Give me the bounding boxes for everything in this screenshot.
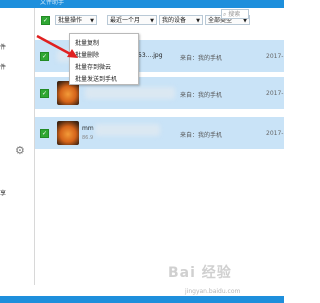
select-all-checkbox[interactable]: ✓ (41, 16, 50, 25)
device-filter-label: 我的设备 (162, 17, 187, 24)
sidebar-item-label[interactable]: 享 (0, 188, 6, 197)
menu-item-batch-save-weiyun[interactable]: 批量存到微云 (75, 62, 111, 71)
window-title: 文件助手 (40, 0, 65, 6)
file-row[interactable]: ✓ mm 86.9 来自：我的手机 2017- (35, 117, 284, 149)
bottom-bar (0, 296, 284, 303)
file-source: 来自：我的手机 (180, 55, 223, 62)
watermark-url: jingyan.baidu.com (185, 288, 241, 295)
gear-icon[interactable]: ⚙ (15, 144, 25, 157)
file-source: 来自：我的手机 (180, 92, 223, 99)
search-input[interactable]: ⌕ 搜索 (221, 9, 249, 19)
batch-operation-menu: 批量复制 批量删除 批量存到微云 批量发送到手机 (69, 33, 139, 85)
menu-item-batch-copy[interactable]: 批量复制 (75, 38, 99, 47)
sidebar: 件 件 ⚙ 享 (0, 8, 35, 285)
menu-item-batch-send-phone[interactable]: 批量发送到手机 (75, 74, 117, 83)
blurred-filename (95, 124, 160, 136)
blurred-filename (85, 87, 175, 99)
row-checkbox[interactable]: ✓ (40, 89, 49, 98)
file-date: 2017- (266, 53, 284, 60)
file-name: mm (82, 125, 94, 132)
file-size: 86.9 (82, 135, 94, 141)
time-filter-dropdown[interactable]: 最近一个月 ▼ (107, 15, 157, 25)
chevron-down-icon: ▼ (150, 18, 154, 24)
search-icon: ⌕ (223, 11, 227, 18)
menu-item-batch-delete[interactable]: 批量删除 (75, 50, 99, 59)
row-checkbox[interactable]: ✓ (40, 129, 49, 138)
chevron-down-icon: ▼ (90, 18, 94, 24)
watermark: Bai 经验 (168, 265, 232, 281)
file-date: 2017- (266, 130, 284, 137)
device-filter-dropdown[interactable]: 我的设备 ▼ (159, 15, 203, 25)
search-placeholder: 搜索 (228, 11, 241, 18)
file-thumbnail (57, 121, 79, 145)
file-name: 53....jpg (138, 52, 163, 59)
file-date: 2017- (266, 90, 284, 97)
row-checkbox[interactable]: ✓ (40, 52, 49, 61)
title-bar: 文件助手 (0, 0, 284, 8)
sidebar-item-label[interactable]: 件 (0, 62, 6, 71)
batch-operation-dropdown[interactable]: 批量操作 ▼ (55, 15, 97, 25)
time-filter-label: 最近一个月 (110, 17, 141, 24)
sidebar-item-label[interactable]: 件 (0, 42, 6, 51)
batch-operation-label: 批量操作 (58, 17, 83, 24)
file-source: 来自：我的手机 (180, 132, 223, 139)
chevron-down-icon: ▼ (196, 18, 200, 24)
